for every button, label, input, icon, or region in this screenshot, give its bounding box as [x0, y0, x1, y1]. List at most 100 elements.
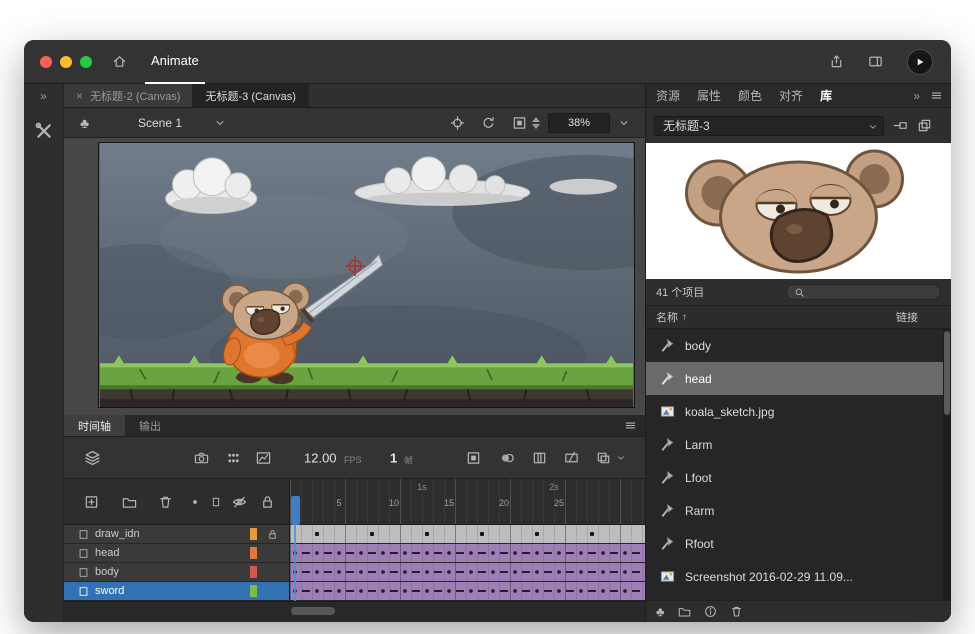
layer-row-sword[interactable]: sword	[64, 582, 645, 601]
list-item-rfoot[interactable]: Rfoot	[646, 527, 951, 560]
sort-ascending-icon[interactable]: ↑	[682, 312, 687, 323]
scrollbar-thumb[interactable]	[291, 607, 335, 615]
close-window-button[interactable]	[40, 56, 52, 68]
link-column-header[interactable]: 链接	[896, 309, 918, 325]
layer-frames[interactable]	[290, 525, 645, 543]
list-item-rarm[interactable]: Rarm	[646, 494, 951, 527]
markers-chevron-icon[interactable]	[616, 453, 626, 463]
center-stage-icon[interactable]	[450, 115, 465, 130]
tab-output[interactable]: 输出	[125, 415, 175, 436]
timeline-ruler[interactable]: 1s 2s 5 10 15 20 25	[290, 479, 645, 524]
layer-frames[interactable]	[290, 544, 645, 562]
playhead-line	[294, 525, 296, 601]
new-folder-icon[interactable]	[678, 605, 691, 618]
new-symbol-icon[interactable]: ♣	[656, 605, 665, 618]
doc-tab-label: 无标题-3 (Canvas)	[205, 88, 295, 104]
pasteboard[interactable]	[64, 138, 645, 415]
layer-name[interactable]: head	[95, 547, 119, 559]
pin-library-icon[interactable]	[893, 118, 908, 133]
clip-content-icon[interactable]	[512, 115, 527, 130]
name-column-header[interactable]: 名称	[656, 309, 678, 325]
tab-align[interactable]: 对齐	[779, 87, 803, 104]
workspace-layout-icon[interactable]	[868, 54, 883, 69]
tab-properties[interactable]: 属性	[697, 87, 721, 104]
lock-column-icon[interactable]	[260, 494, 275, 509]
delete-layer-icon[interactable]	[158, 494, 173, 509]
library-count-row: 41 个项目	[646, 279, 951, 305]
layer-frames[interactable]	[290, 582, 645, 600]
tab-library[interactable]: 库	[820, 87, 832, 104]
library-search-input[interactable]	[786, 284, 941, 300]
layer-frames[interactable]	[290, 563, 645, 581]
highlight-column-icon[interactable]	[190, 497, 200, 507]
expand-panel-icon[interactable]: »	[40, 84, 47, 108]
fullscreen-window-button[interactable]	[80, 56, 92, 68]
scrollbar-thumb[interactable]	[944, 331, 950, 415]
list-item-label: Screenshot 2016-02-29 11.09...	[685, 570, 853, 584]
scene-chevron-icon[interactable]	[214, 117, 226, 129]
new-library-panel-icon[interactable]	[917, 118, 932, 133]
list-item-larm[interactable]: Larm	[646, 428, 951, 461]
doc-tab-untitled-3[interactable]: 无标题-3 (Canvas)	[193, 84, 308, 107]
loop-playback-icon[interactable]	[466, 450, 481, 465]
list-item-head[interactable]: head	[646, 362, 951, 395]
library-panel: 资源 属性 颜色 对齐 库 » 无标题-3	[645, 84, 951, 622]
frame-view-icon[interactable]	[226, 450, 241, 465]
list-item-screenshot[interactable]: Screenshot 2016-02-29 11.09...	[646, 560, 951, 593]
layer-row-head[interactable]: head	[64, 544, 645, 563]
scene-breadcrumb[interactable]: Scene 1	[138, 116, 182, 130]
chevrons-icon[interactable]: »	[913, 90, 920, 102]
graph-editor-icon[interactable]	[256, 450, 271, 465]
current-frame-value[interactable]: 1	[390, 450, 397, 465]
visibility-column-icon[interactable]	[232, 494, 247, 509]
layer-row-body[interactable]: body	[64, 563, 645, 582]
camera-icon[interactable]	[194, 450, 209, 465]
doc-tab-untitled-2[interactable]: × 无标题-2 (Canvas)	[64, 84, 193, 107]
delete-item-icon[interactable]	[730, 605, 743, 618]
test-movie-play-button[interactable]	[907, 49, 933, 75]
library-document-select[interactable]: 无标题-3	[654, 116, 884, 136]
list-item-koala-sketch[interactable]: koala_sketch.jpg	[646, 395, 951, 428]
zoom-chevron-icon[interactable]	[618, 117, 630, 129]
list-item-lfoot[interactable]: Lfoot	[646, 461, 951, 494]
tab-timeline[interactable]: 时间轴	[64, 415, 125, 436]
outline-column-icon[interactable]	[210, 496, 222, 508]
tab-color[interactable]: 颜色	[738, 87, 762, 104]
layer-name[interactable]: body	[95, 566, 119, 578]
tab-assets[interactable]: 资源	[656, 87, 680, 104]
library-list-header: 名称 ↑ 链接	[646, 305, 951, 329]
tools-icon[interactable]	[35, 122, 53, 140]
onion-skin-outlines-icon[interactable]	[532, 450, 547, 465]
home-icon[interactable]	[112, 54, 127, 69]
list-item-body[interactable]: body	[646, 329, 951, 362]
timeline-panel: 时间轴 输出	[64, 415, 645, 622]
app-tab-animate[interactable]: Animate	[145, 40, 205, 84]
layer-name[interactable]: draw_idn	[95, 528, 140, 540]
edit-symbols-icon[interactable]: ♣	[80, 115, 89, 131]
zoom-stepper[interactable]	[532, 117, 540, 129]
minimize-window-button[interactable]	[60, 56, 72, 68]
new-folder-icon[interactable]	[122, 494, 137, 509]
rotation-icon[interactable]	[481, 115, 496, 130]
fps-value[interactable]: 12.00	[304, 450, 337, 465]
library-scrollbar[interactable]	[943, 329, 951, 600]
modify-markers-icon[interactable]	[596, 450, 611, 465]
playhead[interactable]	[291, 496, 300, 525]
layer-lock-icon[interactable]	[263, 529, 281, 540]
edit-multiple-frames-icon[interactable]	[564, 450, 579, 465]
share-icon[interactable]	[829, 54, 844, 69]
layers-icon[interactable]	[84, 449, 101, 466]
layer-row-draw-idn[interactable]: draw_idn	[64, 525, 645, 544]
layer-name[interactable]: sword	[95, 585, 124, 597]
list-item-label: head	[685, 372, 712, 386]
fps-unit-label: FPS	[344, 455, 362, 465]
item-properties-icon[interactable]	[704, 605, 717, 618]
close-icon[interactable]: ×	[76, 89, 83, 103]
onion-skin-icon[interactable]	[500, 450, 515, 465]
panel-menu-icon[interactable]	[930, 89, 943, 102]
stage-canvas[interactable]	[98, 142, 635, 408]
timeline-hscrollbar[interactable]	[64, 601, 645, 622]
zoom-select[interactable]: 38%	[548, 113, 610, 133]
new-layer-icon[interactable]	[84, 494, 99, 509]
panel-menu-icon[interactable]	[624, 419, 637, 432]
